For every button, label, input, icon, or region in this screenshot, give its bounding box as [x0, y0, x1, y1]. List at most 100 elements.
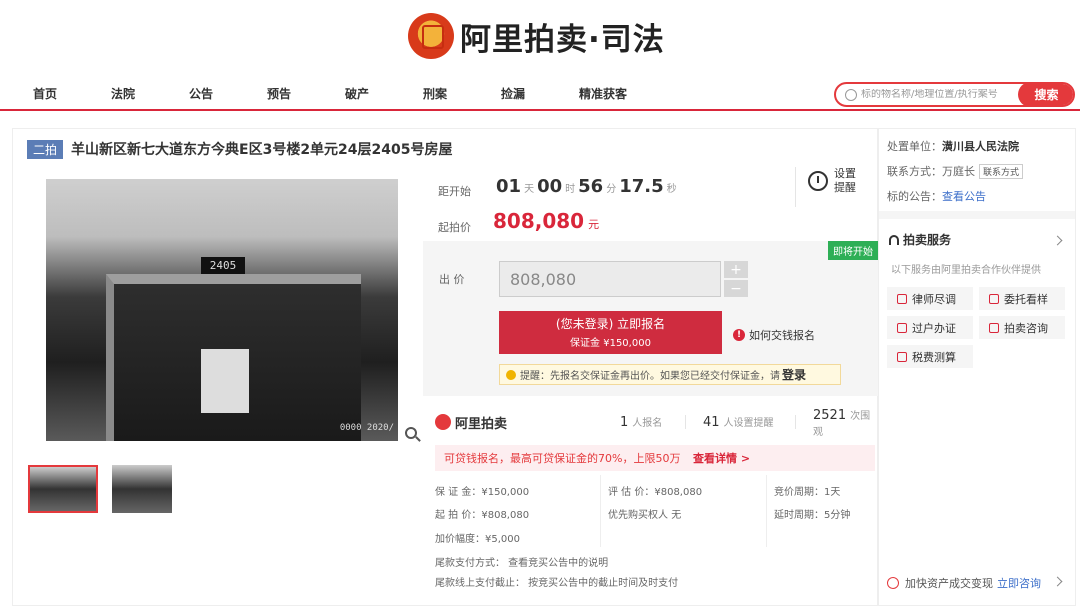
alibaba-auction-logo: 阿里拍卖	[435, 413, 507, 432]
alarm-clock-icon	[808, 171, 828, 191]
loan-banner: 可贷钱报名，最高可贷保证金的70%，上限50万 查看详情 >	[435, 445, 875, 471]
signup-button-label: (您未登录) 立即报名	[555, 317, 666, 331]
nav-item-bankruptcy[interactable]: 破产	[345, 85, 369, 102]
login-tip: 提醒：先报名交保证金再出价。如果您已经交付保证金，请 登录	[499, 364, 841, 385]
brand-title: 阿里拍卖·司法	[460, 21, 665, 58]
contact-button[interactable]: 联系方式	[979, 164, 1024, 179]
nav-item-bargain[interactable]: 捡漏	[501, 85, 525, 102]
consult-link[interactable]: 立即咨询	[997, 575, 1041, 591]
how-to-pay-label: 如何交钱报名	[749, 329, 815, 342]
divider	[766, 475, 767, 547]
auction-service-label: 拍卖服务	[903, 233, 952, 247]
priority-label: 优先购买权人	[608, 510, 668, 521]
reminder-count-value: 41	[703, 415, 720, 430]
search-input[interactable]	[861, 89, 1021, 100]
view-count-value: 2521	[813, 407, 847, 423]
bid-decrease-button[interactable]: −	[724, 280, 748, 297]
countdown-seconds: 17.5	[619, 176, 664, 197]
alibaba-logo-icon	[435, 414, 451, 430]
how-to-pay-link[interactable]: ! 如何交钱报名	[733, 327, 815, 343]
nav-item-notice[interactable]: 公告	[189, 85, 213, 102]
item-title: 羊山新区新七大道东方今典E区3号楼2单元24层2405号房屋	[71, 142, 453, 158]
loan-details-link[interactable]: 查看详情 >	[693, 450, 750, 466]
service-consult-label: 拍卖咨询	[1004, 321, 1048, 335]
countdown-seconds-unit: 秒	[666, 184, 677, 195]
service-transfer-label: 过户办证	[912, 321, 956, 335]
service-transfer-button[interactable]: 过户办证	[887, 316, 973, 339]
priority-detail: 优先购买权人 无	[608, 506, 681, 521]
start-price-label: 起拍价	[438, 221, 471, 234]
payment-method-detail: 尾款支付方式： 查看竞买公告中的说明	[435, 558, 609, 569]
service-lawyer-button[interactable]: 律师尽调	[887, 287, 973, 310]
info-icon: !	[733, 329, 745, 341]
nav-item-home[interactable]: 首页	[33, 85, 57, 102]
tip-text: 提醒：先报名交保证金再出价。如果您已经交付保证金，请	[520, 371, 780, 382]
delay-period-detail: 延时周期：5分钟	[774, 510, 851, 521]
thumbnail-1[interactable]	[28, 465, 98, 513]
service-consult-button[interactable]: 拍卖咨询	[979, 316, 1065, 339]
stats-row: 阿里拍卖 1 人报名 41 人设置提醒 2521 次围观	[435, 407, 875, 438]
countdown: 01 天 00 时 56 分 17.5 秒	[496, 176, 680, 197]
signup-count-value: 1	[620, 415, 629, 430]
appraisal-detail: 评 估 价：¥808,080	[608, 487, 703, 498]
bid-increase-button[interactable]: +	[724, 261, 748, 278]
divider	[879, 211, 1075, 219]
court-info: 处置单位：潢川县人民法院	[887, 138, 1019, 154]
countdown-hours: 00	[537, 176, 563, 197]
chevron-right-icon[interactable]	[1052, 576, 1063, 587]
start-price-value: 808,080	[493, 209, 585, 233]
divider	[600, 475, 601, 547]
item-title-row: 二拍 羊山新区新七大道东方今典E区3号楼2单元24层2405号房屋	[27, 139, 453, 159]
loan-text: 可贷钱报名，最高可贷保证金的70%，上限50万	[444, 452, 681, 465]
priority-value: 无	[671, 510, 682, 521]
countdown-hours-unit: 时	[565, 184, 576, 195]
divider	[685, 415, 686, 429]
start-price: 808,080 元	[493, 209, 599, 233]
zoom-icon[interactable]	[405, 427, 417, 439]
reminder-count-label: 人设置提醒	[723, 418, 774, 429]
signup-deposit-label: 保证金 ¥150,000	[570, 338, 651, 349]
bid-input[interactable]: 808,080	[499, 261, 721, 297]
side-panel: 处置单位：潢川县人民法院 联系方式：万庭长 联系方式 标的公告：查看公告 拍卖服务…	[878, 128, 1076, 606]
headset-icon	[889, 234, 899, 245]
payment-deadline-detail: 尾款线上支付截止： 按竞买公告中的截止时间及时支付	[435, 578, 679, 589]
set-reminder-button[interactable]: 设置提醒	[808, 167, 858, 195]
service-lawyer-label: 律师尽调	[912, 292, 956, 306]
brand[interactable]: 阿里拍卖·司法	[408, 12, 665, 60]
court-emblem-icon	[408, 13, 454, 59]
nav-item-preview[interactable]: 预告	[267, 85, 291, 102]
deposit-detail: 保 证 金：¥150,000	[435, 487, 530, 498]
signup-button[interactable]: (您未登录) 立即报名 保证金 ¥150,000	[499, 311, 722, 354]
notice-info: 标的公告：查看公告	[887, 188, 986, 204]
divider	[795, 167, 796, 207]
auction-service-title[interactable]: 拍卖服务	[889, 231, 951, 248]
main-nav: 首页 法院 公告 预告 破产 刑案 捡漏 精准获客 搜索	[0, 79, 1080, 111]
court-name: 潢川县人民法院	[942, 140, 1019, 153]
notice-label: 标的公告：	[887, 190, 942, 203]
contact-info: 联系方式：万庭长 联系方式	[887, 163, 1024, 179]
view-count: 2521 次围观	[813, 407, 875, 438]
start-price-detail: 起 拍 价：¥808,080	[435, 510, 530, 521]
service-subtitle: 以下服务由阿里拍卖合作伙伴提供	[891, 265, 1041, 276]
service-viewing-button[interactable]: 委托看样	[979, 287, 1065, 310]
countdown-minutes-unit: 分	[606, 184, 617, 195]
thumbnail-2[interactable]	[112, 465, 172, 513]
main-photo[interactable]: 2405 0000 2020/	[46, 179, 398, 441]
bidding-period-detail: 竞价周期：1天	[774, 487, 841, 498]
service-tax-button[interactable]: 税费测算	[887, 345, 973, 368]
search-bar: 搜索	[834, 82, 1075, 107]
nav-item-criminal[interactable]: 刑案	[423, 85, 447, 102]
bid-label: 出 价	[439, 273, 465, 286]
lawyer-icon	[897, 293, 907, 304]
service-tax-label: 税费测算	[912, 350, 956, 364]
search-button[interactable]: 搜索	[1018, 84, 1073, 105]
signup-count-label: 人报名	[632, 418, 663, 429]
bid-area: 即将开始 出 价 808,080 + − (您未登录) 立即报名 保证金 ¥15…	[423, 241, 878, 396]
chevron-right-icon[interactable]	[1052, 235, 1063, 246]
search-icon	[845, 88, 857, 101]
calculator-icon	[897, 351, 907, 362]
nav-item-leads[interactable]: 精准获客	[579, 85, 627, 102]
notice-link[interactable]: 查看公告	[942, 190, 986, 203]
login-link[interactable]: 登录	[782, 366, 806, 383]
nav-item-court[interactable]: 法院	[111, 85, 135, 102]
